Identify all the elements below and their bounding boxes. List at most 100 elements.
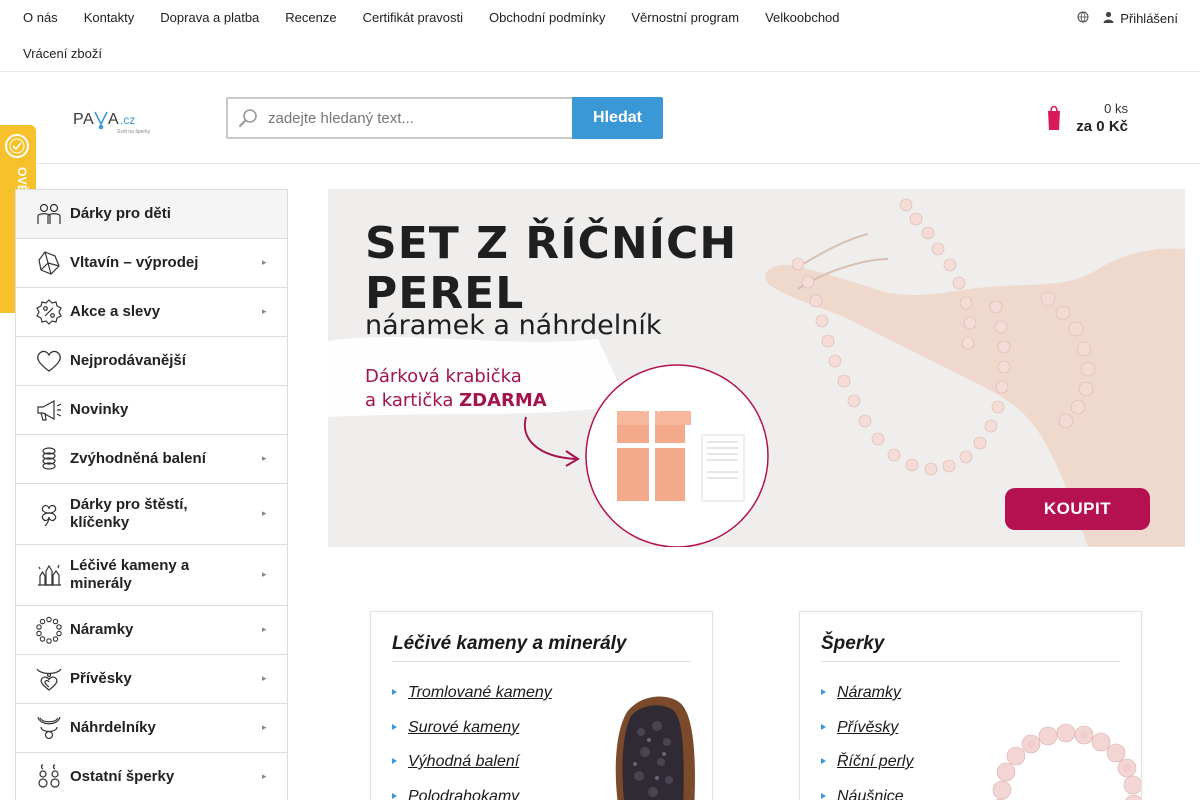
arrow-right-icon [821,758,826,764]
sidebar-item-new-arrivals[interactable]: Novinky [16,386,287,435]
list-item: Výhodná balení [392,753,552,788]
chevron-right-icon: ▸ [262,570,267,580]
category-sidebar: Dárky pro děti Vltavín – výprodej ▸ Akce… [15,189,288,800]
list-item: Surové kameny [392,719,552,754]
sidebar-item-label: Náhrdelníky [70,719,156,736]
clover-icon [35,500,63,528]
banner-title-line1: SET Z ŘÍČNÍCH [365,218,738,269]
box-link[interactable]: Polodrahokamy [408,788,519,800]
arrow-right-icon [821,792,826,799]
necklace-icon [35,714,63,742]
search-box [226,97,572,139]
sidebar-item-lucky-gifts[interactable]: Dárky pro štěstí, klíčenky ▸ [16,484,287,545]
sidebar-item-label: Akce a slevy [70,303,161,320]
cart-widget[interactable]: 0 ks za 0 Kč [1040,98,1130,142]
sidebar-item-gifts-for-kids[interactable]: Dárky pro děti [16,190,287,239]
cart-total: za 0 Kč [1076,118,1128,135]
heart-pendant-icon [35,665,63,693]
category-box-healing-stones: Léčivé kameny a minerály Tromlované kame… [370,611,713,800]
nav-link-wholesale[interactable]: Velkoobchod [752,0,852,36]
nav-link-certificate[interactable]: Certifikát pravosti [350,0,476,36]
pearl-bracelet-image [992,723,1141,800]
stacked-rings-icon [35,445,63,473]
sidebar-item-moldavite-sale[interactable]: Vltavín – výprodej ▸ [16,239,287,288]
sidebar-item-pendants[interactable]: Přívěsky ▸ [16,655,287,704]
children-icon [35,200,63,228]
nav-link-terms[interactable]: Obchodní podmínky [476,0,618,36]
sidebar-item-healing-stones[interactable]: Léčivé kameny a minerály ▸ [16,545,287,606]
amethyst-geode-image [615,696,695,800]
sidebar-item-label: Nejprodávanější [70,352,186,369]
arrow-right-icon [392,723,397,730]
box-divider [821,661,1120,662]
banner-promo-line2: a kartička ZDARMA [365,390,547,411]
box-link[interactable]: Surové kameny [408,719,519,736]
category-box-jewelry: Šperky Náramky Přívěsky Říční perly Náuš… [799,611,1142,800]
login-label: Přihlášení [1120,10,1178,26]
crystals-icon [35,561,63,589]
search-input[interactable] [268,100,572,136]
box-links: Tromlované kameny Surové kameny Výhodná … [392,684,552,800]
banner-promo-line2-prefix: a kartička [365,390,460,411]
list-item: Polodrahokamy [392,788,552,800]
sidebar-item-necklaces[interactable]: Náhrdelníky ▸ [16,704,287,753]
box-link[interactable]: Náušnice [837,788,904,800]
chevron-right-icon: ▸ [262,509,267,519]
percent-badge-icon [35,298,63,326]
svg-text:.cz: .cz [120,113,135,127]
arrow-right-icon [392,792,397,799]
top-nav-right: Přihlášení [1077,0,1178,36]
sidebar-item-bracelets[interactable]: Náramky ▸ [16,606,287,655]
moldavite-icon [35,249,63,277]
chevron-right-icon: ▸ [262,454,267,464]
nav-link-reviews[interactable]: Recenze [272,0,349,36]
svg-text:Svět na šperky: Svět na šperky [117,129,151,134]
sidebar-item-label: Zvýhodněná balení [70,450,206,467]
sidebar-item-bestsellers[interactable]: Nejprodávanější [16,337,287,386]
sidebar-item-label: Vltavín – výprodej [70,254,199,271]
promo-banner[interactable]: SET Z ŘÍČNÍCH PEREL náramek a náhrdelník… [328,189,1185,547]
box-divider [392,661,691,662]
nav-link-about[interactable]: O nás [10,0,71,36]
sidebar-item-label: Přívěsky [70,670,132,687]
nav-link-shipping[interactable]: Doprava a platba [147,0,272,36]
search-button[interactable]: Hledat [572,97,663,139]
list-item: Tromlované kameny [392,684,552,719]
box-link[interactable]: Přívěsky [837,719,898,736]
nav-link-returns[interactable]: Vrácení zboží [10,36,115,72]
box-link[interactable]: Výhodná balení [408,753,519,770]
earrings-icon [35,763,63,791]
sidebar-item-other-jewelry[interactable]: Ostatní šperky ▸ [16,753,287,800]
sidebar-item-label: Novinky [70,401,129,418]
arrow-right-icon [821,689,826,695]
list-item: Říční perly [821,753,913,788]
site-header: PA A .cz Svět na šperky Hledat 0 ks za 0… [0,72,1200,164]
box-link[interactable]: Náramky [837,684,901,701]
box-title[interactable]: Léčivé kameny a minerály [392,633,626,655]
nav-link-contacts[interactable]: Kontakty [71,0,148,36]
globe-icon[interactable] [1077,11,1089,26]
sidebar-item-label: Dárky pro děti [70,205,171,222]
banner-buy-button[interactable]: KOUPIT [1005,488,1150,530]
svg-text:A: A [108,111,119,128]
sidebar-item-label: Léčivé kameny a minerály [70,557,190,592]
sidebar-item-value-packs[interactable]: Zvýhodněná balení ▸ [16,435,287,484]
nav-link-loyalty[interactable]: Věrnostní program [618,0,752,36]
search-bar: Hledat [226,97,663,139]
chevron-right-icon: ▸ [262,258,267,268]
sidebar-item-label: Náramky [70,621,134,638]
sidebar-item-label: Ostatní šperky [70,768,175,785]
svg-text:PA: PA [73,111,94,128]
cart-quantity: 0 ks [1104,101,1128,116]
box-link[interactable]: Tromlované kameny [408,684,552,701]
sidebar-item-sales[interactable]: Akce a slevy ▸ [16,288,287,337]
site-logo[interactable]: PA A .cz Svět na šperky [73,106,163,135]
arrow-right-icon [821,723,826,730]
chevron-right-icon: ▸ [262,307,267,317]
banner-promo-free: ZDARMA [459,390,547,411]
list-item: Náramky [821,684,913,719]
box-link[interactable]: Říční perly [837,753,913,770]
login-link[interactable]: Přihlášení [1103,11,1178,26]
arrow-right-icon [392,758,397,764]
box-title[interactable]: Šperky [821,633,884,655]
